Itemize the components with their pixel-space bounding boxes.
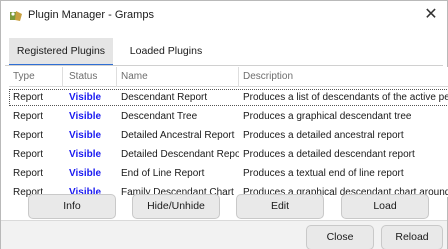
description-cell: Produces a textual end of line report <box>243 168 404 179</box>
tab-registered-plugins[interactable]: Registered Plugins <box>9 38 113 66</box>
type-cell: Report <box>13 130 44 141</box>
column-header-name[interactable]: Name <box>117 67 239 87</box>
type-cell: Report <box>13 111 44 122</box>
column-header-description[interactable]: Description <box>239 67 448 87</box>
column-header-type[interactable]: Type <box>9 67 63 87</box>
table-row[interactable]: Report Visible Detailed Ancestral Report… <box>9 127 448 144</box>
type-cell: Report <box>13 149 44 160</box>
window-title: Plugin Manager - Gramps <box>28 9 154 21</box>
description-cell: Produces a list of descendants of the ac… <box>243 92 448 103</box>
status-cell: Visible <box>69 111 102 122</box>
table-row[interactable]: Report Visible Descendant Tree Produces … <box>9 108 448 125</box>
gramps-app-icon <box>10 11 22 21</box>
description-cell: Produces a detailed descendant report <box>243 149 415 160</box>
status-cell: Visible <box>69 92 102 103</box>
tab-loaded-plugins[interactable]: Loaded Plugins <box>121 38 211 66</box>
close-icon[interactable]: ✕ <box>421 5 441 25</box>
status-cell: Visible <box>69 130 102 141</box>
table-row[interactable]: Report Visible Detailed Descendant Repor… <box>9 146 448 163</box>
name-cell: Detailed Ancestral Report <box>121 130 235 141</box>
table-row[interactable]: Report Visible Descendant Report Produce… <box>9 89 448 106</box>
type-cell: Report <box>13 92 44 103</box>
description-cell: Produces a graphical descendant tree <box>243 111 412 122</box>
status-cell: Visible <box>69 168 102 179</box>
column-header-row: Type Status Name Description <box>9 67 448 87</box>
name-cell: Detailed Descendant Report <box>121 149 239 160</box>
type-cell: Report <box>13 168 44 179</box>
column-header-status[interactable]: Status <box>63 67 117 87</box>
tab-divider <box>5 65 443 66</box>
name-cell: End of Line Report <box>121 168 205 179</box>
plugin-manager-window: Plugin Manager - Gramps ✕ Registered Plu… <box>0 0 448 249</box>
info-button[interactable]: Info <box>28 194 116 219</box>
hide-unhide-button[interactable]: Hide/Unhide <box>132 194 220 219</box>
edit-button[interactable]: Edit <box>236 194 324 219</box>
reload-button[interactable]: Reload <box>381 225 443 249</box>
title-bar: Plugin Manager - Gramps ✕ <box>1 1 447 31</box>
table-row[interactable]: Report Visible End of Line Report Produc… <box>9 165 448 182</box>
name-cell: Descendant Report <box>121 92 208 103</box>
status-cell: Visible <box>69 149 102 160</box>
load-button[interactable]: Load <box>341 194 429 219</box>
description-cell: Produces a detailed ancestral report <box>243 130 404 141</box>
plugin-list[interactable]: Type Status Name Description Report Visi… <box>9 67 448 197</box>
close-button[interactable]: Close <box>306 225 374 249</box>
name-cell: Descendant Tree <box>121 111 198 122</box>
